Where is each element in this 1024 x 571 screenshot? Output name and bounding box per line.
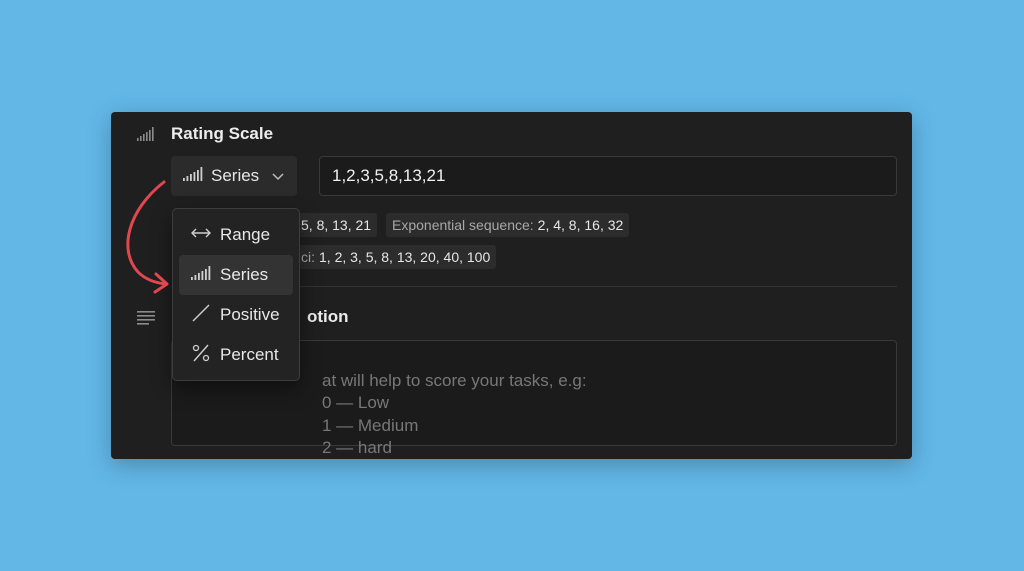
example-modified-fibonacci[interactable]: ci: 1, 2, 3, 5, 8, 13, 20, 40, 100 [295, 245, 497, 269]
scale-values-text: 1,2,3,5,8,13,21 [332, 166, 446, 185]
menu-item-label: Percent [220, 345, 279, 364]
annotation-arrow [126, 180, 169, 294]
example-value: 2, 4, 8, 16, 32 [537, 217, 624, 233]
menu-item-range[interactable]: Range [179, 215, 293, 255]
menu-item-label: Positive [220, 305, 280, 324]
example-value: 1, 2, 3, 5, 8, 13, 20, 40, 100 [319, 249, 491, 265]
signal-bars-icon [137, 127, 155, 146]
description-placeholder: at will help to score your tasks, e.g: 0… [322, 370, 587, 458]
scale-values-input[interactable]: 1,2,3,5,8,13,21 [319, 156, 897, 196]
signal-bars-icon [183, 166, 203, 186]
rating-scale-title: Rating Scale [171, 124, 274, 143]
diagonal-line-icon [191, 304, 211, 327]
percent-icon [191, 344, 211, 367]
scale-type-button[interactable]: Series [171, 156, 297, 196]
double-arrow-icon [191, 225, 211, 245]
description-title: otion [307, 307, 349, 326]
menu-item-label: Series [220, 265, 269, 284]
scale-type-label: Series [211, 166, 260, 185]
example-fibonacci-partial[interactable]: 5, 8, 13, 21 [295, 213, 378, 237]
example-label: ci: [301, 249, 315, 265]
chevron-down-icon [271, 168, 285, 188]
menu-item-percent[interactable]: Percent [179, 335, 293, 375]
example-label: Exponential sequence: [392, 217, 534, 233]
example-exponential[interactable]: Exponential sequence: 2, 4, 8, 16, 32 [386, 213, 630, 237]
menu-item-positive[interactable]: Positive [179, 295, 293, 335]
menu-item-label: Range [220, 225, 271, 244]
signal-bars-icon [191, 265, 211, 285]
menu-item-series[interactable]: Series [179, 255, 293, 295]
example-value: 5, 8, 13, 21 [301, 217, 372, 233]
text-lines-icon [137, 311, 155, 330]
scale-type-dropdown: Range Series Positive Percent [172, 208, 300, 381]
